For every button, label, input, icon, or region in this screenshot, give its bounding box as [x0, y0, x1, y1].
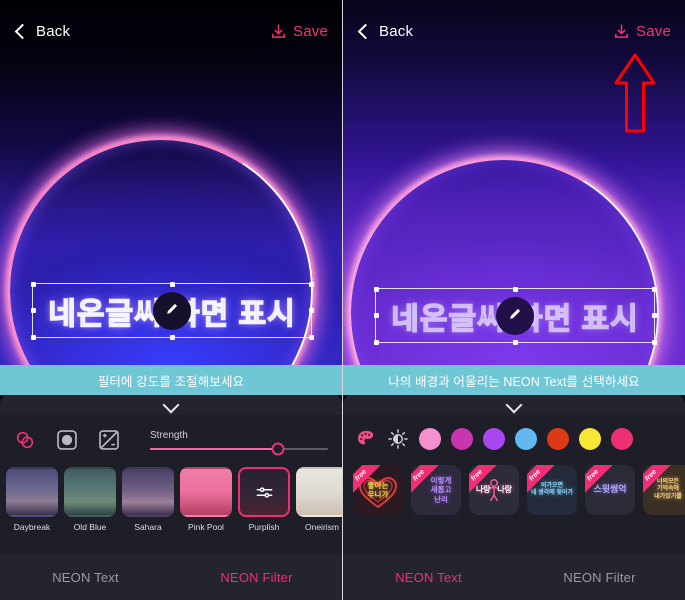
filter-item-old-blue[interactable]: Old Blue [64, 467, 116, 532]
palette-icon[interactable] [355, 428, 377, 450]
left-hint-banner: 필터에 강도를 조절해보세요 [0, 365, 342, 395]
sticker-item[interactable]: free 비가오면 네 생각에 젖어가 [527, 465, 577, 515]
filter-label: Sahara [134, 522, 162, 532]
collapse-sheet-button[interactable] [343, 393, 685, 415]
edit-text-button[interactable] [496, 296, 534, 335]
left-phone-panel: Back Save 네온글씨 화면 표시 필터에 강도를 조절해보세요 Stre… [0, 0, 343, 600]
neon-text-object[interactable]: 네온글씨 화면 표시 [373, 286, 657, 345]
right-phone-panel: Back Save 네온글씨 화면 표시 나의 배경과 어울리는 NEON Te… [343, 0, 685, 600]
back-button-label: Back [36, 22, 71, 40]
filter-label: Old Blue [73, 522, 107, 532]
save-button-label: Save [636, 22, 671, 40]
exposure-icon[interactable] [98, 429, 120, 451]
chevron-left-icon [14, 25, 27, 38]
sticker-item[interactable]: free 너의모든 기억속에 내가있기를 [643, 465, 685, 515]
filter-thumbnail[interactable] [122, 467, 174, 517]
edit-text-button[interactable] [153, 291, 191, 330]
filter-item-sahara[interactable]: Sahara [122, 467, 174, 532]
filter-item-daybreak[interactable]: Daybreak [6, 467, 58, 532]
color-swatch-4[interactable] [547, 428, 569, 450]
download-save-icon [613, 23, 630, 40]
filter-thumbnail[interactable] [296, 467, 342, 517]
brightness-icon[interactable] [387, 428, 409, 450]
sticker-label: 스윗썸억 [593, 484, 627, 495]
save-button[interactable]: Save [270, 23, 328, 40]
red-up-arrow-annotation [613, 52, 657, 134]
tab-neon-filter[interactable]: NEON Filter [514, 570, 685, 585]
download-save-icon [270, 23, 287, 40]
filter-thumbnail-row[interactable]: Daybreak Old Blue Sahara Pink Pool Purpl… [0, 465, 342, 532]
filter-item-purplish[interactable]: Purplish [238, 467, 290, 532]
chevron-down-icon [162, 399, 180, 409]
tab-neon-filter[interactable]: NEON Filter [171, 570, 342, 585]
neon-sticker-row[interactable]: free 좋아는우니가 free 이렇게새롭고난리 free 나랑 나랑 [343, 463, 685, 515]
sliders-adjust-icon[interactable] [240, 469, 288, 515]
filter-item-oneirism[interactable]: Oneirism [296, 467, 342, 532]
neon-text-object[interactable]: 네온글씨 화면 표시 [30, 281, 314, 340]
filter-label: Oneirism [304, 522, 339, 532]
color-swatch-6[interactable] [611, 428, 633, 450]
save-button[interactable]: Save [613, 23, 671, 40]
sticker-item[interactable]: free 스윗썸억 [585, 465, 635, 515]
blend-circles-icon[interactable] [14, 429, 36, 451]
right-bottom-sheet: free 좋아는우니가 free 이렇게새롭고난리 free 나랑 나랑 [343, 393, 685, 600]
filter-tool-row: Strength [0, 415, 342, 465]
pencil-icon [164, 300, 181, 322]
sticker-item[interactable]: free 좋아는 우니가 [353, 465, 403, 515]
color-swatch-1[interactable] [451, 428, 473, 450]
sticker-item[interactable]: free 이렇게 새롭고 난리 [411, 465, 461, 515]
filter-thumbnail[interactable] [6, 467, 58, 517]
right-tabbar: NEON Text NEON Filter [343, 554, 685, 600]
sticker-label: 이렇게 새롭고 난리 [430, 475, 452, 504]
tab-neon-text[interactable]: NEON Text [0, 570, 171, 585]
dual-screenshot-container: Back Save 네온글씨 화면 표시 필터에 강도를 조절해보세요 Stre… [0, 0, 685, 600]
left-bottom-sheet: Strength Daybreak Old Blue Sahara Pink P… [0, 393, 342, 600]
tab-neon-text[interactable]: NEON Text [343, 570, 514, 585]
strength-slider[interactable]: Strength [150, 429, 328, 456]
filter-thumbnail-selected[interactable] [238, 467, 290, 517]
filter-item-pink-pool[interactable]: Pink Pool [180, 467, 232, 532]
strength-slider-knob[interactable] [271, 442, 285, 456]
sticker-label: 너의모든 기억속에 내가있기를 [654, 478, 682, 500]
left-photo-canvas[interactable]: Back Save 네온글씨 화면 표시 [0, 0, 342, 365]
sticker-label: 좋아는 우니가 [367, 480, 389, 499]
filter-label: Daybreak [13, 522, 51, 532]
left-tabbar: NEON Text NEON Filter [0, 554, 342, 600]
back-button[interactable]: Back [14, 23, 70, 40]
vignette-icon[interactable] [56, 429, 78, 451]
sticker-item[interactable]: free 나랑 나랑 [469, 465, 519, 515]
neon-color-row [343, 415, 685, 463]
right-hint-banner: 나의 배경과 어울리는 NEON Text를 선택하세요 [343, 365, 685, 395]
color-swatch-0[interactable] [419, 428, 441, 450]
color-swatch-2[interactable] [483, 428, 505, 450]
filter-label: Purplish [248, 522, 280, 532]
strength-slider-fill [150, 447, 279, 451]
back-button-label: Back [379, 22, 414, 40]
pencil-icon [507, 305, 524, 327]
collapse-sheet-button[interactable] [0, 393, 342, 415]
chevron-down-icon [505, 399, 523, 409]
back-button[interactable]: Back [357, 23, 413, 40]
color-swatch-3[interactable] [515, 428, 537, 450]
sticker-label: 나랑 나랑 [475, 485, 513, 494]
save-button-label: Save [293, 22, 328, 40]
sticker-label: 비가오면 네 생각에 젖어가 [531, 482, 573, 497]
chevron-left-icon [357, 25, 370, 38]
filter-label: Pink Pool [188, 522, 224, 532]
color-swatch-5[interactable] [579, 428, 601, 450]
left-topbar: Back Save [0, 0, 342, 62]
right-photo-canvas[interactable]: Back Save 네온글씨 화면 표시 [343, 0, 685, 365]
strength-slider-label: Strength [150, 429, 188, 441]
filter-thumbnail[interactable] [64, 467, 116, 517]
strength-slider-track[interactable] [150, 442, 328, 456]
filter-thumbnail[interactable] [180, 467, 232, 517]
